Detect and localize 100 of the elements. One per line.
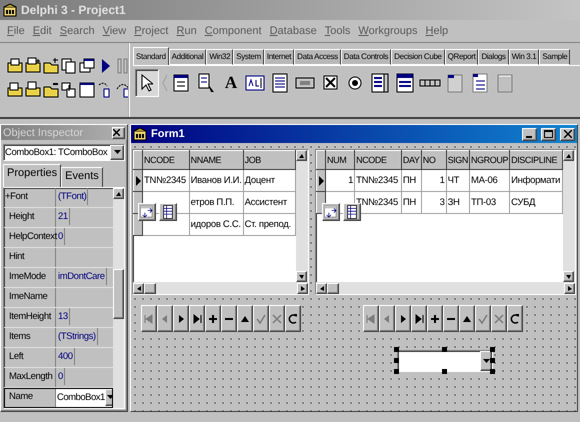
- menu-item[interactable]: Component: [200, 23, 266, 39]
- scroll-thumb[interactable]: [327, 282, 339, 294]
- horizontal-scrollbar[interactable]: [316, 282, 575, 294]
- palette-tab[interactable]: Dialogs: [478, 49, 509, 65]
- dropdown-button[interactable]: [480, 351, 492, 371]
- property-name: ItemHeight: [4, 308, 56, 327]
- column-header[interactable]: NGROUP: [469, 150, 510, 170]
- menu-item[interactable]: Project: [130, 23, 172, 39]
- navigator-button[interactable]: [395, 305, 411, 332]
- vertical-scrollbar[interactable]: [296, 150, 308, 282]
- new-form-icon[interactable]: [78, 81, 96, 99]
- inspector-title: Object Inspector: [3, 126, 84, 138]
- column-header[interactable]: NCODE: [354, 150, 402, 170]
- palette-tab[interactable]: Win 3.1: [508, 49, 540, 65]
- column-header[interactable]: NUM: [326, 150, 355, 170]
- horizontal-scrollbar[interactable]: [133, 282, 308, 294]
- navigator-button[interactable]: [285, 305, 301, 332]
- palette-tab[interactable]: System: [233, 49, 264, 65]
- right-arrow-icon: [298, 284, 307, 292]
- palette-tab[interactable]: Sample: [539, 49, 570, 65]
- column-header[interactable]: NNAME: [189, 150, 244, 170]
- close-button[interactable]: [112, 126, 125, 138]
- component-selector[interactable]: ComboBox1: TComboBox: [3, 144, 125, 161]
- vertical-scrollbar[interactable]: [563, 150, 575, 282]
- navigator-button[interactable]: [189, 305, 205, 332]
- table-cell: 1: [421, 170, 446, 192]
- menu-item[interactable]: File: [3, 23, 29, 39]
- label-tool[interactable]: A: [221, 73, 241, 93]
- menu-item[interactable]: Run: [172, 23, 201, 39]
- column-header[interactable]: JOB: [243, 150, 296, 170]
- palette-tab[interactable]: Data Access: [294, 49, 341, 65]
- separator-chevron-icon: [162, 72, 168, 94]
- windows-icon[interactable]: [78, 57, 96, 75]
- column-header[interactable]: NCODE: [142, 150, 190, 170]
- palette-tab[interactable]: Data Controls: [340, 49, 392, 65]
- navigator-button[interactable]: [205, 305, 221, 332]
- scroll-thumb[interactable]: [144, 282, 156, 294]
- dropdown-button[interactable]: [104, 389, 115, 406]
- row-indicator[interactable]: [134, 170, 142, 192]
- data-source-icon[interactable]: [322, 203, 340, 221]
- menu-item[interactable]: Tools: [320, 23, 354, 39]
- scroll-up-button[interactable]: [296, 150, 307, 161]
- navigator-button[interactable]: [221, 305, 237, 332]
- property-value: 0: [57, 228, 65, 245]
- maximize-button[interactable]: [541, 128, 556, 140]
- navigator-button[interactable]: [173, 305, 189, 332]
- navigator-button[interactable]: [411, 305, 427, 332]
- dropdown-arrow-icon: [114, 150, 120, 155]
- table-cell: ПН: [401, 170, 422, 192]
- menu-item[interactable]: Search: [56, 23, 99, 39]
- property-name: HelpContext: [4, 228, 56, 247]
- property-row[interactable]: Name ComboBox1: [4, 388, 113, 408]
- property-name: ImeMode: [4, 268, 56, 287]
- navigator-button[interactable]: [443, 305, 459, 332]
- property-value-field[interactable]: ComboBox1: [56, 388, 113, 407]
- scroll-left-button[interactable]: [316, 282, 327, 294]
- inspector-tab[interactable]: Events: [61, 167, 103, 187]
- close-button[interactable]: [560, 128, 575, 140]
- navigator-button[interactable]: [507, 305, 523, 332]
- menu-item[interactable]: Help: [422, 23, 452, 39]
- scroll-left-button[interactable]: [133, 282, 144, 294]
- minus-icon: [447, 318, 455, 320]
- table-icon[interactable]: [159, 203, 177, 221]
- navigator-button[interactable]: [237, 305, 253, 332]
- scroll-right-button[interactable]: [564, 282, 575, 294]
- scroll-up-button[interactable]: [113, 188, 124, 199]
- table-cell: МА-06: [469, 170, 510, 192]
- menu-item[interactable]: View: [98, 23, 130, 39]
- menu-item[interactable]: Workgroups: [354, 23, 422, 39]
- inspector-tab[interactable]: Properties: [3, 164, 62, 187]
- menu-item[interactable]: Edit: [28, 23, 56, 39]
- scroll-right-button[interactable]: [297, 282, 308, 294]
- navigator-button[interactable]: [427, 305, 443, 332]
- column-header[interactable]: DAY: [401, 150, 422, 170]
- row-indicator[interactable]: [316, 170, 326, 192]
- pointer-arrow-icon: [141, 74, 153, 92]
- copy-pages-icon[interactable]: [60, 57, 78, 75]
- navigator-button[interactable]: [459, 305, 475, 332]
- column-header[interactable]: NO: [421, 150, 446, 170]
- palette-tab[interactable]: Internet: [264, 49, 294, 65]
- palette-tab[interactable]: Win32: [206, 49, 234, 65]
- scrollbar[interactable]: [113, 188, 124, 408]
- table-cell: 1: [326, 170, 355, 192]
- combo-box-tool-icon[interactable]: [394, 72, 416, 94]
- palette-tab[interactable]: Standard: [133, 47, 169, 65]
- column-header[interactable]: SIGN: [446, 150, 470, 170]
- scroll-down-button[interactable]: [296, 271, 307, 282]
- column-header[interactable]: DISCIPLINE: [510, 150, 562, 170]
- menu-item[interactable]: Database: [266, 23, 321, 39]
- palette-tab[interactable]: Additional: [168, 49, 206, 65]
- minimize-button[interactable]: [522, 128, 537, 140]
- property-name: ImeName: [4, 288, 56, 307]
- pointer-tool[interactable]: [135, 69, 159, 97]
- palette-tab[interactable]: QReport: [444, 49, 478, 65]
- data-source-icon[interactable]: [138, 203, 156, 221]
- scroll-thumb[interactable]: [113, 269, 124, 319]
- scroll-up-button[interactable]: [563, 150, 574, 161]
- palette-tab[interactable]: Decision Cube: [391, 49, 445, 65]
- open-folder-icon[interactable]: [6, 57, 24, 75]
- scroll-down-button[interactable]: [563, 271, 574, 282]
